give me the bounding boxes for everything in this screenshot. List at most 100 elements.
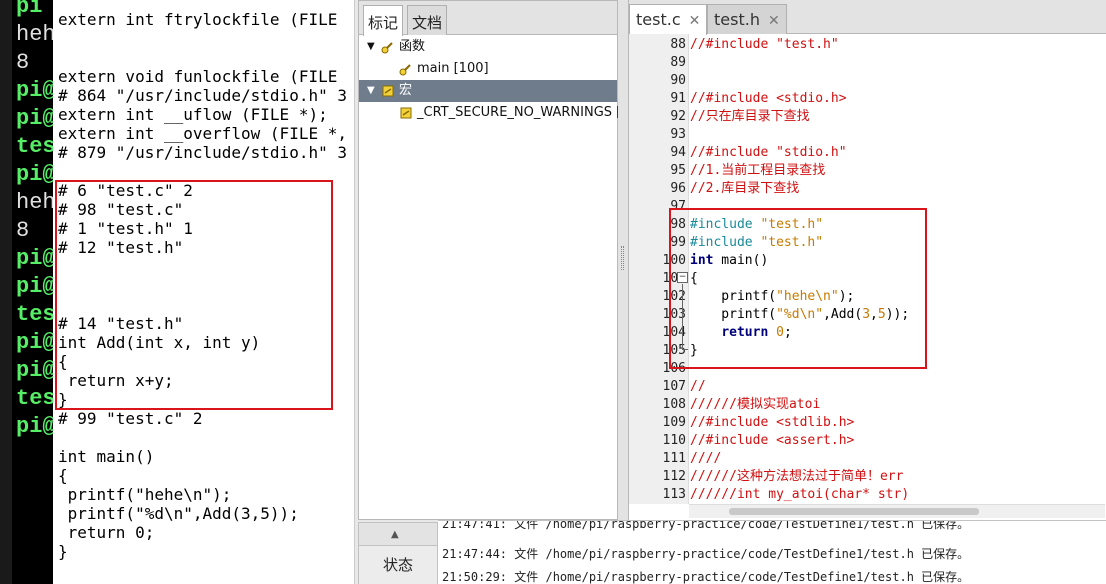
status-log: 21:47:41: 文件 /home/pi/raspberry-practice… [438,520,1106,584]
terminal-line: pi@ [16,162,53,187]
pane-splitter[interactable] [618,0,628,520]
tab-documents[interactable]: 文档 [407,5,448,35]
expand-arrow-icon[interactable]: ▼ [367,80,375,102]
line-number: 92 [670,109,686,124]
tree-label: _CRT_SECURE_NO_WARNINGS [1] [417,105,635,120]
code-line[interactable]: //1.当前工程目录查找 [690,162,825,180]
output-line: return 0; [58,523,155,542]
code-line[interactable]: //////模拟实现atoi [690,396,820,414]
terminal-pane[interactable]: pi heh 8 pi@ pi@ tes pi@ heh 8 pi@ pi@ tes pi@ pi@ tes… [0,0,53,584]
output-line: extern int __uflow (FILE *); [58,105,328,124]
log-line: 21:47:44: 文件 /home/pi/raspberry-practice… [442,547,970,561]
terminal-line: 8 [16,218,30,243]
log-line: 21:47:41: 文件 /home/pi/raspberry-practice… [442,520,970,531]
output-line: # 879 "/usr/include/stdio.h" 3 [58,143,347,162]
line-number: 96 [670,181,686,196]
line-number: 90 [670,73,686,88]
highlight-box-editor [669,208,927,369]
line-number: 111 [662,451,686,466]
tab-test-c[interactable]: test.c ✕ [629,4,708,35]
status-panel-side: ▲ 状态 [358,522,438,584]
output-line: extern void funlockfile (FILE [58,67,338,86]
code-line[interactable]: //2.库目录下查找 [690,180,799,198]
symbols-sidebar: 标记 文档 ▼ 函数 main [100] ▼ 宏 _CRT_SECURE_NO… [358,0,635,520]
code-line[interactable]: //#include "stdio.h" [690,144,847,162]
output-line: extern int __overflow (FILE *, [58,124,347,143]
preprocessed-output-pane[interactable]: extern int ftrylockfile (FILE extern void… [53,0,355,584]
horizontal-scrollbar[interactable] [689,504,1105,518]
code-editor[interactable]: test.c ✕ test.h ✕ 88 89 90 91 92 93 94 95 96 97 98 99… [628,0,1106,520]
macro-icon [400,107,412,119]
line-number: 112 [662,469,686,484]
tab-status[interactable]: 状态 [359,545,437,584]
line-number: 94 [670,145,686,160]
tree-item-main[interactable]: main [100] [359,58,617,80]
log-line: 21:50:29: 文件 /home/pi/raspberry-practice… [442,570,970,584]
code-line[interactable]: //#include <stdio.h> [690,90,847,108]
scrollbar-thumb[interactable] [729,508,979,515]
line-number: 109 [662,415,686,430]
output-line: printf("hehe\n"); [58,485,232,504]
output-line: printf("%d\n",Add(3,5)); [58,504,299,523]
function-icon [381,42,393,54]
code-line[interactable]: //////这种方法想法过于简单！err [690,468,903,486]
terminal-line: tes [16,134,53,159]
tree-item-crt-secure[interactable]: _CRT_SECURE_NO_WARNINGS [1] [359,102,635,124]
terminal-line: tes [16,386,53,411]
tab-symbols[interactable]: 标记 [363,5,404,36]
splitter-grip-icon[interactable] [621,246,624,270]
terminal-line: heh [16,22,53,47]
output-line: int main() [58,447,155,466]
terminal-line: pi@ [16,274,53,299]
terminal-line: pi@ [16,106,53,131]
tree-label: 宏 [399,83,413,98]
terminal-line: pi@ [16,358,53,383]
expand-arrow-icon[interactable]: ▼ [367,36,375,58]
code-line[interactable]: //////int my_atoi(char* str) [690,486,909,504]
tree-label: 函数 [399,39,426,54]
code-line[interactable]: //// [690,450,721,468]
tab-label: test.c [636,10,681,29]
terminal-line: pi@ [16,246,53,271]
line-number: 110 [662,433,686,448]
tree-item-functions[interactable]: ▼ 函数 [359,36,617,58]
code-line[interactable]: //#include "test.h" [690,36,839,54]
function-icon [399,64,411,76]
tab-test-h[interactable]: test.h ✕ [707,4,787,34]
line-number: 108 [662,397,686,412]
output-line: extern int ftrylockfile (FILE [58,10,338,29]
line-number: 113 [662,487,686,502]
terminal-line: pi [16,0,43,19]
highlight-box-preprocessed [55,180,333,410]
tree-label: main [100] [417,61,489,76]
terminal-line: pi@ [16,78,53,103]
output-line: # 864 "/usr/include/stdio.h" 3 [58,86,347,105]
collapse-up-icon[interactable]: ▲ [391,529,399,540]
output-line: } [58,542,68,561]
close-icon[interactable]: ✕ [689,13,701,29]
output-line: { [58,466,68,485]
line-number: 91 [670,91,686,106]
code-line[interactable]: //#include <assert.h> [690,432,854,450]
tree-item-macros[interactable]: ▼ 宏 [359,80,617,102]
tab-label: test.h [714,10,760,29]
line-number: 88 [670,37,686,52]
line-number: 89 [670,55,686,70]
code-line[interactable]: // [690,378,706,396]
code-line[interactable]: //#include <stdlib.h> [690,414,854,432]
line-number: 93 [670,127,686,142]
close-icon[interactable]: ✕ [768,13,780,29]
macro-icon [382,85,394,97]
line-number: 95 [670,163,686,178]
terminal-edge [0,0,12,584]
terminal-line: tes [16,302,53,327]
terminal-line: pi@ [16,414,53,439]
terminal-line: heh [16,190,53,215]
terminal-line: pi@ [16,330,53,355]
editor-tabs: test.c ✕ test.h ✕ [629,0,1106,35]
line-number: 107 [662,379,686,394]
code-line[interactable]: //只在库目录下查找 [690,108,810,126]
output-line: # 99 "test.c" 2 [58,409,203,428]
terminal-line: 8 [16,50,30,75]
sidebar-tabs: 标记 文档 [359,1,617,36]
